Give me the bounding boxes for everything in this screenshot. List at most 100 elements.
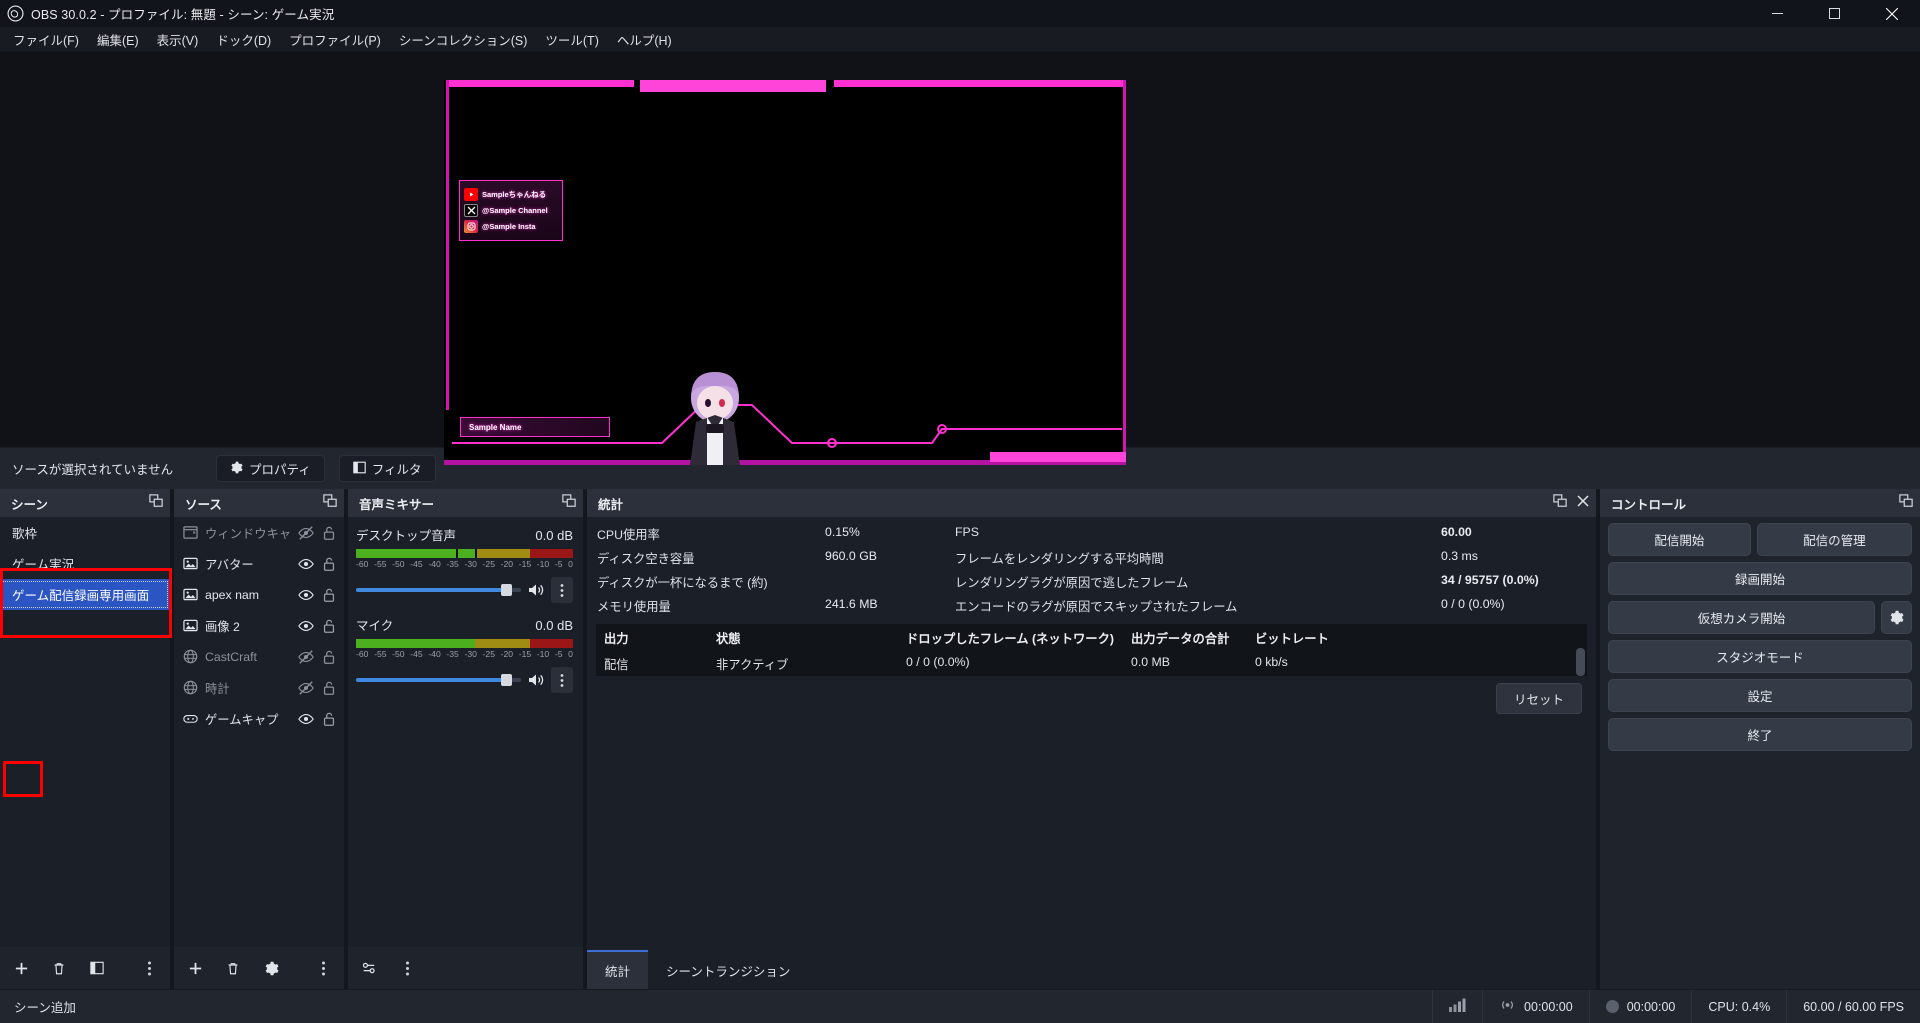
menu-profile[interactable]: プロファイル(P) (280, 27, 390, 52)
broadcast-icon (1499, 998, 1516, 1015)
manage-broadcast-button[interactable]: 配信の管理 (1757, 523, 1912, 556)
menu-edit[interactable]: 編集(E) (88, 27, 148, 52)
reset-stats-button[interactable]: リセット (1496, 683, 1582, 714)
mixer-channel-menu-button[interactable] (551, 667, 573, 693)
volume-slider[interactable] (356, 678, 521, 682)
source-item-3[interactable]: 画像 2 (174, 610, 344, 641)
eye-hidden-icon[interactable] (298, 680, 314, 696)
menu-view[interactable]: 表示(V) (148, 27, 208, 52)
eye-visible-icon[interactable] (298, 711, 314, 727)
source-item-2[interactable]: apex nam (174, 579, 344, 610)
lock-open-icon[interactable] (321, 711, 337, 727)
title-bar: OBS 30.0.2 - プロファイル: 無題 - シーン: ゲーム実況 (0, 0, 1920, 27)
close-button[interactable] (1863, 0, 1920, 27)
scene-list[interactable]: 歌枠 ゲーム実況 ゲーム配信録画専用画面 (0, 517, 170, 947)
lock-open-icon[interactable] (321, 587, 337, 603)
volume-slider[interactable] (356, 588, 521, 592)
source-label-5: 時計 (205, 679, 291, 697)
virtual-camera-settings-button[interactable] (1881, 601, 1912, 634)
remove-source-button[interactable] (220, 955, 246, 981)
speaker-icon[interactable] (527, 582, 545, 598)
start-recording-button[interactable]: 録画開始 (1608, 562, 1912, 595)
start-stream-button[interactable]: 配信開始 (1608, 523, 1751, 556)
menu-scene-collection[interactable]: シーンコレクション(S) (390, 27, 537, 52)
stats-tabs: 統計 シーントランジション (587, 950, 1596, 989)
overlay-frame-left (446, 80, 449, 410)
preview-canvas[interactable]: Sampleちゃんねる @Sample Channel @Sample Inst… (444, 80, 1126, 465)
menu-help[interactable]: ヘルプ(H) (608, 27, 681, 52)
menu-dock[interactable]: ドック(D) (207, 27, 280, 52)
lock-open-icon[interactable] (321, 618, 337, 634)
mixer-more-button[interactable] (394, 955, 420, 981)
stat-value-cpu: 0.15% (825, 525, 955, 543)
eye-hidden-icon[interactable] (298, 649, 314, 665)
mixer-settings-button[interactable] (356, 955, 382, 981)
source-more-button[interactable] (310, 955, 336, 981)
tab-stats[interactable]: 統計 (587, 950, 648, 989)
lock-open-icon[interactable] (321, 556, 337, 572)
source-settings-button[interactable] (258, 955, 284, 981)
studio-mode-button[interactable]: スタジオモード (1608, 640, 1912, 673)
filter-icon (353, 461, 366, 477)
browser-icon (183, 649, 198, 664)
image-icon (183, 618, 198, 633)
source-item-4[interactable]: CastCraft (174, 641, 344, 672)
undock-icon[interactable] (562, 494, 576, 513)
sources-dock: ソース ウィンドウキャ (174, 489, 344, 989)
undock-icon[interactable] (149, 494, 163, 513)
table-scrollbar[interactable] (1576, 648, 1585, 676)
add-scene-button[interactable] (8, 955, 34, 981)
scene-item-0[interactable]: 歌枠 (0, 517, 170, 548)
stat-label-disk-full: ディスクが一杯になるまで (約) (597, 573, 825, 591)
meter-scale: -60-55 -50-45 -40-35 -30-25 -20-15 -10-5… (356, 559, 573, 569)
eye-hidden-icon[interactable] (298, 525, 314, 541)
speaker-icon[interactable] (527, 672, 545, 688)
filters-button[interactable]: フィルタ (339, 455, 436, 482)
stats-dock: 統計 CPU使用率 0.15% FPS 60.00 ディスク空き容量 (587, 489, 1596, 989)
tab-scene-transitions[interactable]: シーントランジション (648, 950, 808, 989)
fps-readout: 60.00 / 60.00 FPS (1803, 1000, 1904, 1014)
exit-button[interactable]: 終了 (1608, 718, 1912, 751)
eye-visible-icon[interactable] (298, 618, 314, 634)
scene-filters-button[interactable] (84, 955, 110, 981)
lock-open-icon[interactable] (321, 680, 337, 696)
stat-label-disk-free: ディスク空き容量 (597, 549, 825, 567)
stat-label-avg-render: フレームをレンダリングする平均時間 (955, 549, 1441, 567)
properties-button[interactable]: プロパティ (216, 455, 325, 482)
scene-more-button[interactable] (136, 955, 162, 981)
mixer-channel-menu-button[interactable] (551, 577, 573, 603)
eye-visible-icon[interactable] (298, 556, 314, 572)
filters-label: フィルタ (372, 459, 422, 478)
mixer-channel-desktop: デスクトップ音声 0.0 dB -60-55 -50-45 -40-35 -30… (348, 517, 583, 607)
settings-button[interactable]: 設定 (1608, 679, 1912, 712)
minimize-button[interactable] (1749, 0, 1806, 27)
menu-file[interactable]: ファイル(F) (4, 27, 88, 52)
maximize-button[interactable] (1806, 0, 1863, 27)
scene-item-2[interactable]: ゲーム配信録画専用画面 (0, 579, 170, 610)
close-icon[interactable] (1577, 494, 1589, 512)
add-source-button[interactable] (182, 955, 208, 981)
eye-visible-icon[interactable] (298, 587, 314, 603)
stream-time: 00:00:00 (1524, 1000, 1573, 1014)
scene-item-1[interactable]: ゲーム実況 (0, 548, 170, 579)
source-item-0[interactable]: ウィンドウキャ (174, 517, 344, 548)
mixer-channel-db: 0.0 dB (535, 528, 573, 543)
remove-scene-button[interactable] (46, 955, 72, 981)
source-item-1[interactable]: アバター (174, 548, 344, 579)
overlay-frame-right (1123, 80, 1126, 465)
scenes-footer-toolbar (0, 947, 170, 989)
start-virtual-camera-button[interactable]: 仮想カメラ開始 (1608, 601, 1875, 634)
undock-icon[interactable] (1899, 494, 1913, 513)
lock-open-icon[interactable] (321, 649, 337, 665)
source-item-6[interactable]: ゲームキャプ (174, 703, 344, 734)
scenes-dock: シーン 歌枠 ゲーム実況 ゲーム配信録画専用画面 (0, 489, 170, 989)
preview-area[interactable]: Sampleちゃんねる @Sample Channel @Sample Inst… (0, 52, 1920, 447)
source-selection-status: ソースが選択されていません (12, 459, 202, 478)
menu-tools[interactable]: ツール(T) (536, 27, 607, 52)
stats-dock-header: 統計 (587, 489, 1596, 517)
undock-icon[interactable] (323, 494, 337, 513)
undock-icon[interactable] (1553, 494, 1567, 513)
source-item-5[interactable]: 時計 (174, 672, 344, 703)
source-list[interactable]: ウィンドウキャ アバター (174, 517, 344, 947)
lock-open-icon[interactable] (321, 525, 337, 541)
